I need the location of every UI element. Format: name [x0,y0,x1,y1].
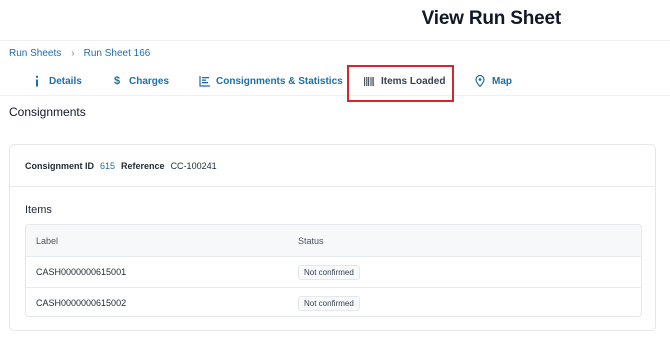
table-row: CASH0000000615001 Not confirmed [26,256,641,287]
column-header-label: Label [36,235,59,246]
tab-consignments-statistics[interactable]: Consignments & Statistics [198,66,343,96]
tab-map[interactable]: Map [474,66,512,96]
status-badge: Not confirmed [298,295,360,311]
page-title: View Run Sheet [421,8,562,29]
tab-charges[interactable]: $ Charges [111,66,169,96]
item-label: CASH0000000615001 [36,267,127,277]
tab-bar: Details $ Charges Consignments & Statist… [0,66,670,96]
breadcrumb-run-sheet-166[interactable]: Run Sheet 166 [84,48,151,59]
tab-charges-label: Charges [129,75,170,87]
item-status-cell: Not confirmed [298,295,360,311]
map-pin-icon [474,75,486,87]
run-sheet-page: View Run Sheet Run Sheets › Run Sheet 16… [0,0,670,349]
consignment-id-link[interactable]: 615 [100,161,115,171]
table-header-row: Label Status [26,225,641,256]
dollar-icon: $ [113,75,121,87]
items-table: Label Status CASH0000000615001 Not confi… [25,224,642,317]
tab-map-label: Map [492,75,512,87]
info-icon [31,75,43,87]
consignment-card: Consignment ID 615 Reference CC-100241 I… [9,144,656,331]
tab-items-loaded[interactable]: Items Loaded [363,66,445,96]
column-header-status: Status [298,235,324,246]
consignment-card-header: Consignment ID 615 Reference CC-100241 [10,145,655,187]
bar-chart-icon [198,75,210,87]
item-status-cell: Not confirmed [298,264,360,280]
item-label: CASH0000000615002 [36,298,127,308]
reference-value: CC-100241 [170,160,217,171]
consignment-id-label: Consignment ID [25,160,94,171]
table-row: CASH0000000615002 Not confirmed [26,287,641,316]
section-heading: Consignments [9,105,86,119]
tab-details-label: Details [49,75,82,87]
reference-label: Reference [121,160,165,171]
breadcrumb-chevron-icon: › [71,47,75,59]
header-divider [0,40,670,41]
breadcrumb-run-sheets[interactable]: Run Sheets [9,48,61,59]
tab-consignments-statistics-label: Consignments & Statistics [216,75,343,87]
items-title: Items [25,204,52,216]
tabs-divider [0,95,670,96]
status-badge: Not confirmed [298,264,360,280]
breadcrumb: Run Sheets › Run Sheet 166 [9,46,150,60]
tab-items-loaded-label: Items Loaded [381,75,446,87]
barcode-icon [363,75,375,87]
tab-details[interactable]: Details [31,66,82,96]
